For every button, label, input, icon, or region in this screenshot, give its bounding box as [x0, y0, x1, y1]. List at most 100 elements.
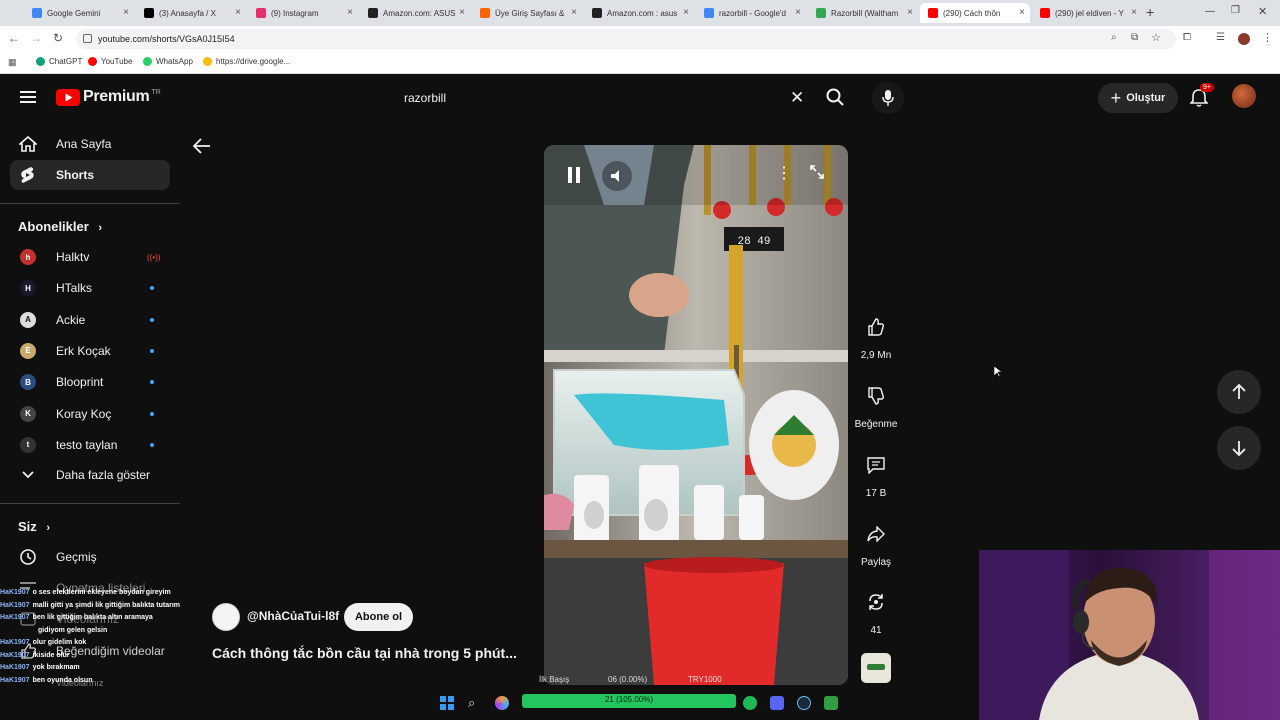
zoom-icon[interactable]: ⌕ [1111, 32, 1117, 43]
profile-avatar[interactable] [1238, 33, 1250, 45]
new-tab-button[interactable]: + [1146, 4, 1154, 20]
sidebar-item-home[interactable]: Ana Sayfa [10, 129, 170, 159]
close-tab-icon[interactable]: × [235, 7, 241, 18]
close-window-button[interactable]: ✕ [1258, 5, 1267, 18]
browser-tab[interactable]: Amazon.com: ASUS × [360, 3, 470, 23]
create-button[interactable]: + Oluştur [1098, 83, 1178, 113]
hamburger-menu-icon[interactable] [20, 90, 36, 109]
close-tab-icon[interactable]: × [795, 7, 801, 18]
share-button[interactable]: Paylaş [857, 516, 895, 568]
app-icon[interactable] [824, 696, 838, 710]
more-options-icon[interactable]: ⋮ [776, 163, 792, 183]
show-more-button[interactable]: Daha fazla göster [10, 460, 170, 490]
bookmark-star-icon[interactable]: ☆ [1151, 31, 1161, 44]
voice-search-button[interactable] [872, 82, 904, 114]
fullscreen-button[interactable] [810, 165, 824, 184]
live-indicator-icon: ((•)) [147, 252, 161, 262]
search-input[interactable]: razorbill [392, 84, 816, 112]
url-input[interactable]: youtube.com/shorts/VGsA0J15I54 [76, 29, 1176, 49]
browser-tab[interactable]: (3) Anasayfa / X × [136, 3, 246, 23]
close-tab-icon[interactable]: × [347, 7, 353, 18]
close-tab-icon[interactable]: × [683, 7, 689, 18]
subscriptions-heading[interactable]: Abonelikler › [18, 219, 102, 234]
account-avatar[interactable] [1232, 84, 1256, 108]
steam-icon[interactable] [797, 696, 811, 710]
sidebar-item-label: Halktv [56, 250, 90, 264]
close-tab-icon[interactable]: × [123, 7, 129, 18]
extensions-icon[interactable]: ⧠ [1183, 32, 1191, 43]
bookmark-item[interactable]: YouTube [88, 57, 132, 66]
next-short-button[interactable] [1217, 426, 1261, 470]
windows-start-icon[interactable] [440, 696, 454, 715]
browser-tab[interactable]: Razorbill (Waltham × [808, 3, 918, 23]
chrome-menu-icon[interactable]: ⋮ [1262, 31, 1273, 44]
taskbar-search-icon[interactable]: ⌕ [468, 695, 475, 711]
short-title[interactable]: Cách thông tắc bồn cầu tại nhà trong 5 p… [212, 645, 542, 661]
forward-icon[interactable]: → [30, 31, 42, 45]
sidebar-item-shorts[interactable]: Shorts [10, 160, 170, 190]
shorts-video-player[interactable]: 28 49 ⋮ [544, 145, 848, 685]
bookmark-item[interactable]: ChatGPT [36, 57, 82, 66]
sidebar-item-history[interactable]: Geçmiş [10, 542, 170, 572]
like-icon [858, 309, 894, 345]
cast-icon[interactable]: ⧉ [1131, 32, 1138, 43]
browser-tab[interactable]: razorbill - Google'd × [696, 3, 806, 23]
remix-button[interactable]: 41 [857, 584, 895, 636]
browser-tab[interactable]: Üye Giriş Sayfası & × [472, 3, 582, 23]
sidepanel-icon[interactable]: ☰ [1216, 32, 1225, 43]
sidebar-channel-item[interactable]: t testo taylan [10, 430, 170, 460]
discord-icon[interactable] [770, 696, 784, 710]
youtube-premium-logo[interactable]: Premium TR [56, 88, 161, 106]
comments-button[interactable]: 17 B [857, 447, 895, 499]
bookmark-item[interactable]: WhatsApp [143, 57, 193, 66]
browser-tab[interactable]: (290) Cách thôn × [920, 3, 1030, 23]
dislike-button[interactable]: Beğenme [850, 378, 902, 430]
back-arrow-icon[interactable] [192, 138, 211, 159]
sidebar-channel-item[interactable]: B Blooprint [10, 367, 170, 397]
close-tab-icon[interactable]: × [459, 7, 465, 18]
apps-grid-icon[interactable]: ▦ [8, 57, 17, 68]
tab-label: Google Gemini [47, 8, 101, 18]
browser-tab[interactable]: (9) Instagram × [248, 3, 358, 23]
tab-favicon-icon [144, 8, 154, 18]
dislike-label: Beğenme [854, 419, 898, 430]
close-tab-icon[interactable]: × [907, 7, 913, 18]
browser-tab[interactable]: Google Gemini × [24, 3, 134, 23]
restore-button[interactable]: ❐ [1231, 5, 1240, 16]
search-icon[interactable] [826, 88, 844, 111]
sidebar-channel-item[interactable]: E Erk Koçak [10, 336, 170, 366]
tab-bar: Google Gemini × (3) Anasayfa / X × (9) Insta… [0, 0, 1280, 26]
channel-avatar[interactable] [212, 603, 240, 631]
comment-count: 17 B [865, 488, 887, 499]
you-heading[interactable]: Siz › [18, 519, 50, 534]
browser-tab[interactable]: (290) jel eldiven - Y × [1032, 3, 1142, 23]
back-icon[interactable]: ← [8, 31, 20, 45]
stat-left: İlk Başış [539, 675, 570, 684]
notifications-button[interactable]: 9+ [1189, 83, 1214, 112]
browser-tab[interactable]: Amazon.com : asus × [584, 3, 694, 23]
chat-message: gidiyom gelen gelsin [0, 625, 210, 638]
sidebar-channel-item[interactable]: A Ackie [10, 305, 170, 335]
spotify-icon[interactable] [743, 696, 757, 710]
copilot-icon[interactable] [495, 696, 509, 710]
sound-thumbnail[interactable] [861, 653, 891, 683]
channel-handle[interactable]: @NhàCủaTui-l8f [247, 609, 339, 623]
sidebar-channel-item[interactable]: h Halktv ((•)) [10, 242, 170, 272]
close-tab-icon[interactable]: × [1019, 7, 1025, 18]
sidebar-channel-item[interactable]: H HTalks [10, 273, 170, 303]
sidebar-divider [0, 503, 180, 504]
volume-button[interactable] [602, 161, 632, 191]
like-button[interactable]: 2,9 Mn [857, 309, 895, 361]
pause-button[interactable] [568, 167, 580, 188]
clear-search-icon[interactable]: ✕ [790, 88, 804, 108]
close-tab-icon[interactable]: × [1131, 7, 1137, 18]
sidebar-divider [0, 203, 180, 204]
subscribe-button[interactable]: Abone ol [344, 603, 413, 631]
minimize-button[interactable]: — [1205, 6, 1215, 17]
sidebar-channel-item[interactable]: K Koray Koç [10, 399, 170, 429]
previous-short-button[interactable] [1217, 370, 1261, 414]
site-info-icon[interactable] [83, 34, 92, 43]
close-tab-icon[interactable]: × [571, 7, 577, 18]
bookmark-item[interactable]: https://drive.google... [203, 57, 290, 66]
reload-icon[interactable]: ↻ [53, 31, 63, 45]
